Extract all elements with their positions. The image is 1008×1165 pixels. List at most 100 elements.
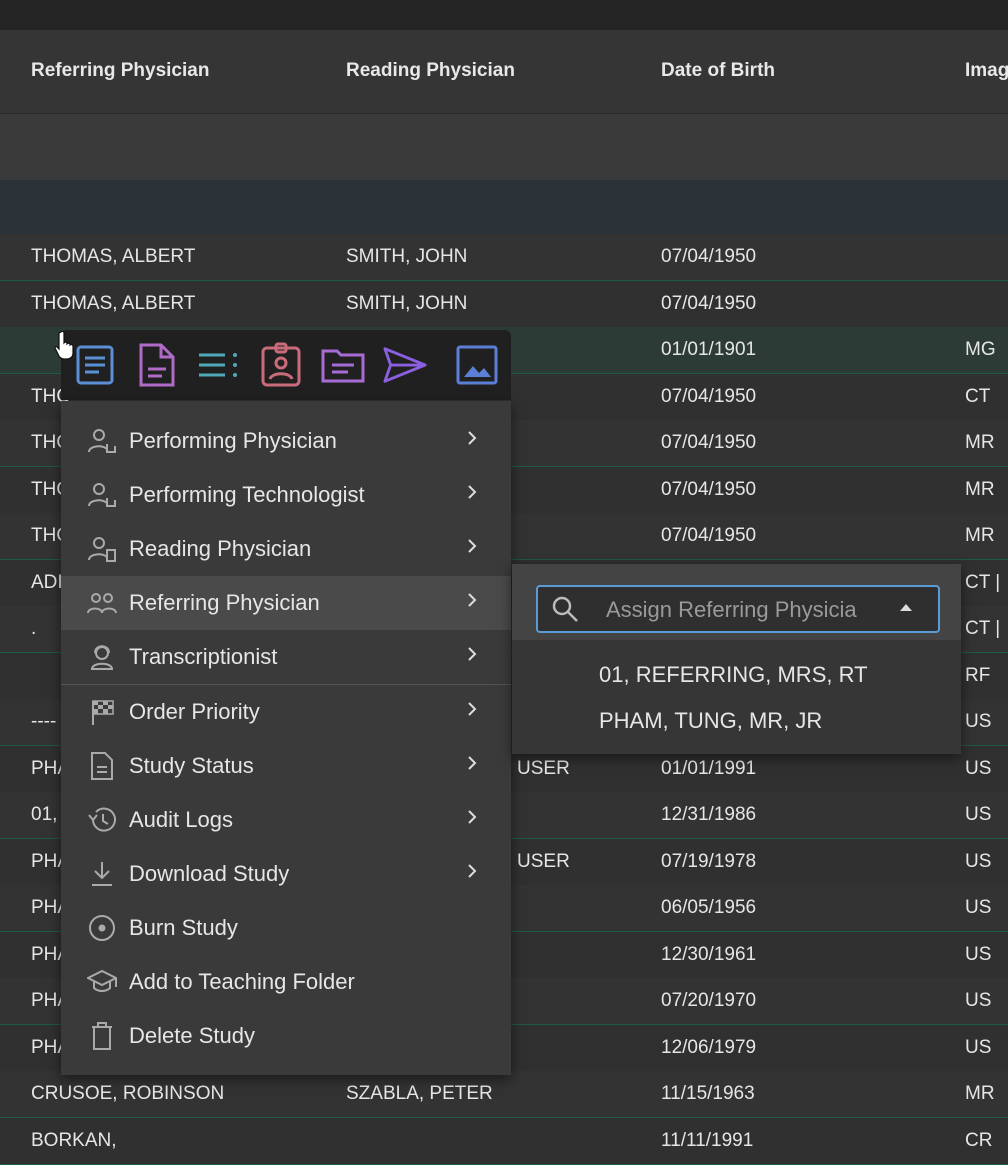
submenu-option[interactable]: 01, REFERRING, MRS, RT <box>599 662 868 688</box>
hand-cursor-icon <box>54 330 74 360</box>
cell-date-of-birth: 06/05/1956 <box>661 897 757 918</box>
cell-reading-physician-overflow: USER <box>517 758 570 779</box>
table-row[interactable]: THOMAS, ALBERT SMITH, JOHN 07/04/1950 <box>0 234 1008 281</box>
chevron-right-icon <box>468 431 477 445</box>
chevron-right-icon <box>468 756 477 770</box>
chevron-right-icon <box>468 485 477 499</box>
quick-action-bar <box>61 330 511 400</box>
cell-date-of-birth: 07/04/1950 <box>661 293 757 314</box>
menu-item-performing-physician[interactable]: Performing Physician <box>61 414 511 468</box>
cell-date-of-birth: 11/15/1963 <box>661 1083 755 1104</box>
cell-date-of-birth: 07/04/1950 <box>661 525 757 546</box>
cell-imaging: US <box>965 758 992 779</box>
chevron-right-icon <box>468 702 477 716</box>
cell-imaging: MR <box>965 525 995 546</box>
menu-item-referring-physician[interactable]: Referring Physician <box>61 576 511 630</box>
context-menu: Performing Physician Performing Technolo… <box>61 401 511 1075</box>
cell-date-of-birth: 07/04/1950 <box>661 432 757 453</box>
menu-item-label: Transcriptionist <box>129 644 278 669</box>
chevron-right-icon <box>468 539 477 553</box>
cell-date-of-birth: 12/31/1986 <box>661 804 757 825</box>
menu-item-delete-study[interactable]: Delete Study <box>61 1009 511 1063</box>
column-header-referring-physician[interactable]: Referring Physician <box>31 60 209 82</box>
assign-search-box[interactable] <box>536 585 940 633</box>
send-icon[interactable] <box>382 342 428 388</box>
cell-referring-physician: ADI <box>31 572 63 593</box>
referring-physician-submenu: 01, REFERRING, MRS, RT PHAM, TUNG, MR, J… <box>512 564 961 754</box>
menu-item-order-priority[interactable]: Order Priority <box>61 685 511 739</box>
download-icon <box>92 862 112 886</box>
patient-id-icon[interactable] <box>258 342 304 388</box>
column-header-imaging[interactable]: Imag <box>965 60 1008 82</box>
cell-imaging: US <box>965 851 992 872</box>
report-icon[interactable] <box>72 342 118 388</box>
cell-date-of-birth: 07/19/1978 <box>661 851 757 872</box>
performing-technologist-icon <box>88 483 116 507</box>
cell-date-of-birth: 07/04/1950 <box>661 479 757 500</box>
menu-item-label: Add to Teaching Folder <box>129 969 355 994</box>
table-row[interactable]: THOMAS, ALBERT SMITH, JOHN 07/04/1950 <box>0 281 1008 328</box>
table-row[interactable]: BORKAN, 11/11/1991 CR <box>0 1118 1008 1165</box>
column-header-date-of-birth[interactable]: Date of Birth <box>661 60 775 82</box>
menu-item-burn-study[interactable]: Burn Study <box>61 901 511 955</box>
cell-referring-physician: CRUSOE, ROBINSON <box>31 1083 225 1104</box>
menu-item-label: Delete Study <box>129 1023 255 1048</box>
menu-item-add-to-teaching-folder[interactable]: Add to Teaching Folder <box>61 955 511 1009</box>
list-icon[interactable] <box>196 342 242 388</box>
menu-item-label: Performing Physician <box>129 428 337 453</box>
cell-imaging: US <box>965 990 992 1011</box>
cell-referring-physician: ---- <box>31 711 57 732</box>
cell-reading-physician: SMITH, JOHN <box>346 246 468 267</box>
cell-imaging: MR <box>965 479 995 500</box>
cell-referring-physician: THOMAS, ALBERT <box>31 246 196 267</box>
cell-imaging: MG <box>965 339 996 360</box>
table-row[interactable]: CRUSOE, ROBINSON SZABLA, PETER 11/15/1963 M… <box>0 1071 1008 1118</box>
menu-item-study-status[interactable]: Study Status <box>61 739 511 793</box>
cell-date-of-birth: 07/20/1970 <box>661 990 757 1011</box>
menu-item-label: Order Priority <box>129 699 260 724</box>
cell-imaging: CT | <box>965 618 1001 639</box>
cell-date-of-birth: 01/01/1901 <box>661 339 757 360</box>
checkered-flag-icon <box>92 700 114 725</box>
document-icon[interactable] <box>134 342 180 388</box>
menu-item-label: Performing Technologist <box>129 482 365 507</box>
assign-referring-physician-input[interactable] <box>604 595 888 625</box>
reading-physician-icon <box>88 537 116 562</box>
caret-up-icon[interactable] <box>898 601 914 613</box>
cell-date-of-birth: 12/30/1961 <box>661 944 757 965</box>
transcriptionist-icon <box>90 645 114 670</box>
cell-referring-physician: . <box>31 618 37 639</box>
group-header-row <box>0 180 1008 235</box>
menu-item-reading-physician[interactable]: Reading Physician <box>61 522 511 576</box>
submenu-option[interactable]: PHAM, TUNG, MR, JR <box>599 708 822 734</box>
cell-imaging: RF <box>965 665 991 686</box>
table-header: Referring Physician Reading Physician Da… <box>0 30 1008 114</box>
performing-physician-icon <box>88 429 116 453</box>
filter-bar <box>0 114 1008 180</box>
chevron-right-icon <box>468 864 477 878</box>
menu-item-performing-technologist[interactable]: Performing Technologist <box>61 468 511 522</box>
menu-item-download-study[interactable]: Download Study <box>61 847 511 901</box>
cell-reading-physician: SMITH, JOHN <box>346 293 468 314</box>
chevron-right-icon <box>468 593 477 607</box>
cell-imaging: US <box>965 944 992 965</box>
menu-item-audit-logs[interactable]: Audit Logs <box>61 793 511 847</box>
folder-icon[interactable] <box>320 342 366 388</box>
cell-date-of-birth: 12/06/1979 <box>661 1037 757 1058</box>
cell-imaging: US <box>965 897 992 918</box>
trash-icon <box>92 1022 112 1050</box>
cell-imaging: US <box>965 1037 992 1058</box>
image-icon[interactable] <box>454 342 500 388</box>
column-header-reading-physician[interactable]: Reading Physician <box>346 60 515 82</box>
cell-imaging: MR <box>965 432 995 453</box>
history-icon <box>88 807 116 832</box>
cell-date-of-birth: 07/04/1950 <box>661 246 757 267</box>
menu-item-label: Reading Physician <box>129 536 312 561</box>
referring-physician-icon <box>87 593 117 614</box>
cell-imaging: CT <box>965 386 991 407</box>
menu-item-transcriptionist[interactable]: Transcriptionist <box>61 630 511 684</box>
chevron-right-icon <box>468 647 477 661</box>
cell-imaging: MR <box>965 1083 995 1104</box>
cell-referring-physician: 01, <box>31 804 58 825</box>
cell-imaging: CR <box>965 1130 993 1151</box>
